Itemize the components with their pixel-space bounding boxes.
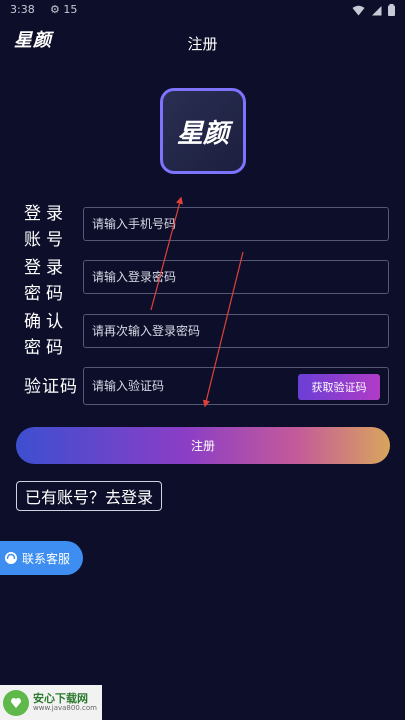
register-button[interactable]: 注册 [16, 427, 390, 464]
password-field[interactable] [83, 260, 389, 294]
watermark: 安心下载网 www.java800.com [0, 685, 102, 720]
confirm-password-label: 确认密码 [24, 312, 68, 358]
app-logo: 星颜 [160, 88, 246, 174]
signal-icon [372, 5, 382, 15]
battery-icon [388, 4, 395, 16]
wifi-icon [352, 5, 365, 15]
code-label: 验证码 [24, 377, 78, 397]
confirm-password-field[interactable] [83, 314, 389, 348]
headset-icon [5, 552, 17, 564]
customer-service-label: 联系客服 [22, 551, 71, 566]
page-title: 注册 [187, 35, 218, 53]
status-time: 3:38 [10, 3, 35, 16]
watermark-title: 安心下载网 [33, 691, 88, 705]
code-field[interactable]: 获取验证码 [83, 367, 389, 405]
confirm-password-input[interactable] [84, 315, 388, 347]
status-extra: ⚙ 15 [50, 3, 78, 16]
watermark-sub: www.java800.com [33, 703, 97, 712]
password-label: 登录密码 [24, 258, 68, 304]
status-icons [352, 4, 395, 16]
status-bar: 3:38 ⚙ 15 [0, 0, 405, 22]
watermark-logo-icon [3, 689, 29, 716]
account-label: 登录账号 [24, 204, 68, 250]
go-login-link[interactable]: 已有账号？去登录 [16, 481, 163, 511]
get-code-button[interactable]: 获取验证码 [298, 374, 380, 400]
customer-service-button[interactable]: 联系客服 [0, 541, 83, 575]
account-field[interactable] [83, 207, 389, 241]
app-logo-text: 星颜 [176, 118, 229, 149]
password-input[interactable] [84, 261, 388, 293]
code-input[interactable] [84, 368, 294, 404]
account-input[interactable] [84, 208, 388, 240]
